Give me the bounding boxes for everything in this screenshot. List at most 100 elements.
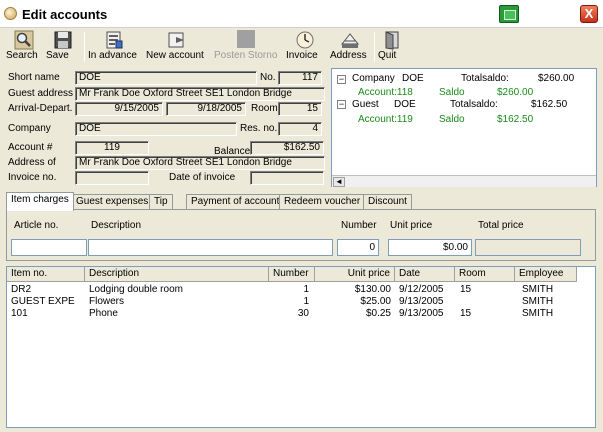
account-form: Short name DOE No. 117 Guest address Mr … xyxy=(0,68,330,186)
save-icon xyxy=(54,31,72,49)
invoice-no-label: Invoice no. xyxy=(8,172,57,183)
search-label: Search xyxy=(6,50,38,61)
number-label: Number xyxy=(341,220,377,231)
no-field[interactable]: 117 xyxy=(278,71,322,85)
quit-icon xyxy=(385,31,399,50)
invoice-button[interactable]: Invoice xyxy=(286,30,324,66)
cell-room: 15 xyxy=(460,284,472,295)
storno-icon xyxy=(237,30,255,48)
new-account-label: New account xyxy=(146,50,204,61)
company-total: $260.00 xyxy=(538,73,575,84)
res-no-label: Res. no. xyxy=(240,123,278,134)
address-button[interactable]: Address xyxy=(330,30,370,66)
scroll-left-arrow[interactable]: ◄ xyxy=(333,177,345,187)
column-header-date[interactable]: Date xyxy=(395,267,455,282)
room-field[interactable]: 15 xyxy=(278,102,322,116)
total-price-field xyxy=(475,239,581,256)
arrival-depart-label: Arrival-Depart. xyxy=(8,103,73,114)
account-119-saldo-label: Saldo xyxy=(439,114,465,125)
description-label: Description xyxy=(91,220,142,231)
table-row[interactable]: 101 Phone 30 $0.25 9/13/2005 15 SMITH xyxy=(7,308,595,320)
res-no-field[interactable]: 4 xyxy=(278,122,322,136)
title-bar: Edit accounts X xyxy=(0,0,603,28)
table-row[interactable]: DR2 Lodging double room 1 $130.00 9/12/2… xyxy=(7,284,595,296)
short-name-field[interactable]: DOE xyxy=(75,71,257,85)
account-tree[interactable]: − Company DOE Totalsaldo: $260.00 Accoun… xyxy=(331,68,597,187)
account-119-text: Account:119 xyxy=(358,114,413,125)
address-of-field[interactable]: Mr Frank Doe Oxford Street SE1 London Br… xyxy=(75,156,325,170)
column-header-item-no[interactable]: Item no. xyxy=(7,267,85,282)
account-number-field[interactable]: 119 xyxy=(75,141,149,155)
item-charges-panel: Article no. Description Number Unit pric… xyxy=(6,209,596,261)
in-advance-icon xyxy=(106,31,123,49)
collapse-guest-node[interactable]: − xyxy=(337,100,346,109)
cell-item-no: 101 xyxy=(11,308,28,319)
description-input[interactable] xyxy=(88,239,333,256)
column-header-employee[interactable]: Employee xyxy=(515,267,577,282)
date-of-invoice-field[interactable] xyxy=(250,171,324,185)
address-icon xyxy=(340,33,360,48)
address-label: Address xyxy=(330,50,367,61)
posten-storno-button[interactable]: Posten Storno xyxy=(214,30,278,66)
tab-payment-of-account[interactable]: Payment of account xyxy=(186,194,285,210)
invoice-icon xyxy=(296,31,314,49)
in-advance-label: In advance xyxy=(88,50,137,61)
account-118-saldo: $260.00 xyxy=(497,87,534,98)
invoice-no-field[interactable] xyxy=(75,171,149,185)
tree-node-account-118[interactable]: Account:118 xyxy=(358,87,413,98)
guest-address-field[interactable]: Mr Frank Doe Oxford Street SE1 London Br… xyxy=(75,87,325,101)
tree-node-guest[interactable]: Guest xyxy=(352,99,379,110)
edit-accounts-window: Edit accounts X Search Save In advance N… xyxy=(0,0,603,432)
column-header-room[interactable]: Room xyxy=(455,267,515,282)
new-account-button[interactable]: New account xyxy=(146,30,208,66)
save-button[interactable]: Save xyxy=(46,30,80,66)
unit-price-label: Unit price xyxy=(390,220,433,231)
unit-price-input[interactable]: $0.00 xyxy=(388,239,472,256)
cell-item-no: DR2 xyxy=(11,284,32,295)
cell-number: 30 xyxy=(297,308,309,319)
account-118-saldo-label: Saldo xyxy=(439,87,465,98)
tree-node-account-119[interactable]: Account:119 xyxy=(358,114,413,125)
column-header-number[interactable]: Number xyxy=(269,267,315,282)
quit-button[interactable]: Quit xyxy=(378,30,406,66)
column-header-description[interactable]: Description xyxy=(85,267,269,282)
quit-label: Quit xyxy=(378,50,397,61)
column-header-unit-price[interactable]: Unit price xyxy=(315,267,395,282)
tab-guest-expenses[interactable]: Guest expenses xyxy=(71,194,154,210)
tab-strip: Item charges Guest expenses Tip Payment … xyxy=(6,192,596,211)
account-118-text: Account:118 xyxy=(358,87,413,98)
company-field[interactable]: DOE xyxy=(75,122,237,136)
article-no-input[interactable] xyxy=(11,239,87,256)
green-action-icon[interactable] xyxy=(499,5,519,23)
tab-tip[interactable]: Tip xyxy=(149,194,173,210)
invoice-label: Invoice xyxy=(286,50,318,61)
search-button[interactable]: Search xyxy=(6,30,42,66)
toolbar-separator xyxy=(374,32,375,62)
date-of-invoice-label: Date of invoice xyxy=(169,172,236,183)
no-label: No. xyxy=(260,72,276,83)
company-name: DOE xyxy=(402,73,424,84)
article-no-label: Article no. xyxy=(14,220,59,231)
tree-node-company[interactable]: Company xyxy=(352,73,395,84)
new-account-icon xyxy=(168,32,184,48)
charges-table[interactable]: Item no. Description Number Unit price D… xyxy=(6,266,596,428)
in-advance-button[interactable]: In advance xyxy=(88,30,140,66)
collapse-company-node[interactable]: − xyxy=(337,75,346,84)
total-price-label: Total price xyxy=(478,220,524,231)
cell-description: Flowers xyxy=(89,296,125,307)
table-row[interactable]: GUEST EXPE Flowers 1 $25.00 9/13/2005 SM… xyxy=(7,296,595,308)
tree-horizontal-scrollbar[interactable]: ◄ xyxy=(332,175,596,187)
tab-item-charges[interactable]: Item charges xyxy=(6,192,74,211)
room-label: Room xyxy=(251,103,278,114)
arrival-date-field[interactable]: 9/15/2005 xyxy=(75,102,163,116)
tab-redeem-voucher[interactable]: Redeem voucher xyxy=(279,194,366,210)
cell-number: 1 xyxy=(303,296,309,307)
tab-discount[interactable]: Discount xyxy=(363,194,412,210)
posten-storno-label: Posten Storno xyxy=(214,50,278,61)
number-input[interactable]: 0 xyxy=(337,239,379,256)
guest-total: $162.50 xyxy=(531,99,568,110)
cell-employee: SMITH xyxy=(522,284,554,295)
departure-date-field[interactable]: 9/18/2005 xyxy=(166,102,246,116)
close-button[interactable]: X xyxy=(580,5,598,23)
guest-total-label: Totalsaldo: xyxy=(450,99,498,110)
